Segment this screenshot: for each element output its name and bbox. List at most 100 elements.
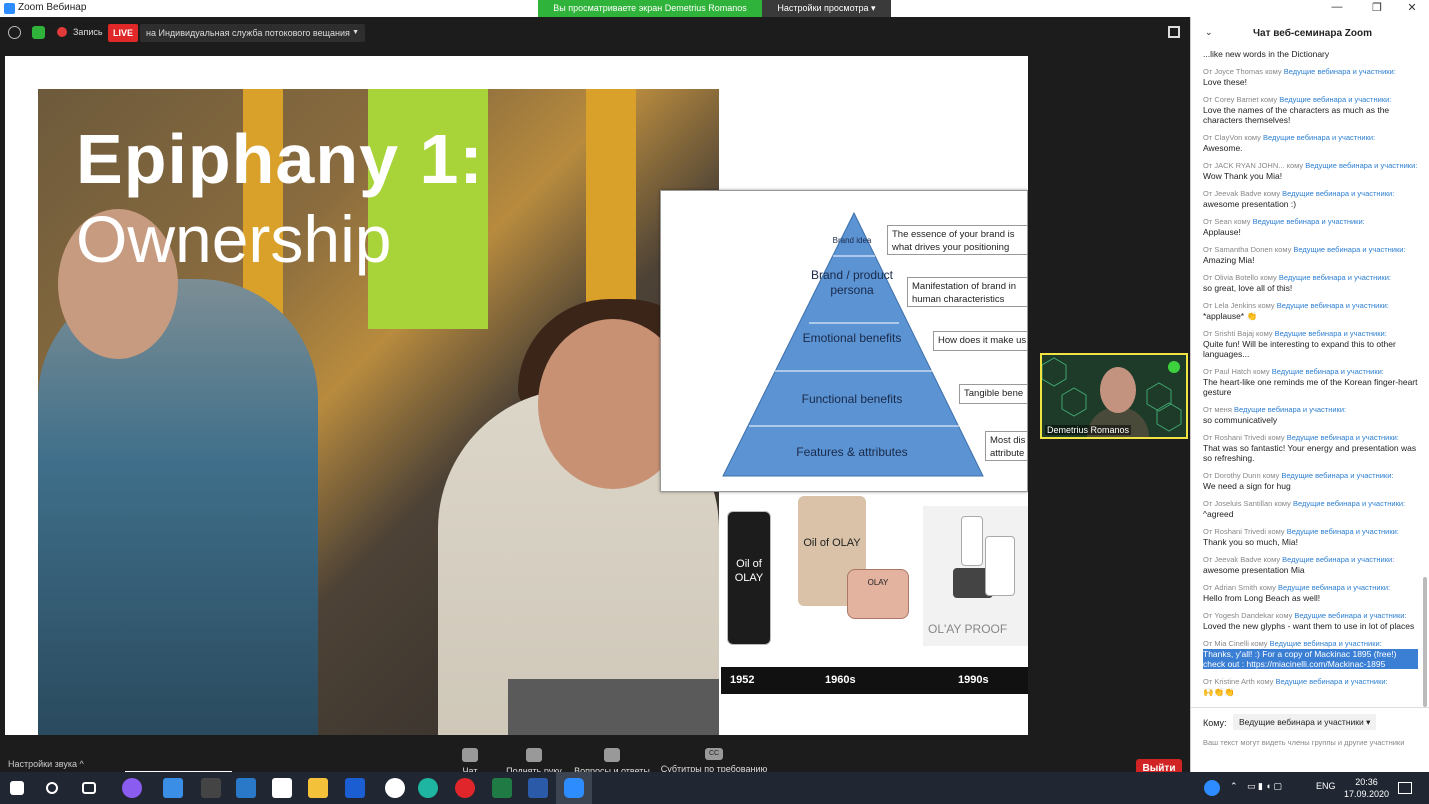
chat-message: От Jeevak Badve кому Ведущие вебинара и … — [1203, 189, 1418, 209]
sender-name: От Samantha Donen кому — [1203, 245, 1294, 254]
minimize-button[interactable]: — — [1327, 1, 1347, 13]
chat-message-text: We need a sign for hug — [1203, 481, 1291, 491]
help-icon[interactable] — [1204, 780, 1220, 796]
fullscreen-icon[interactable] — [1168, 26, 1180, 38]
store-icon[interactable] — [272, 778, 292, 798]
chat-message: От Yogesh Dandekar кому Ведущие вебинара… — [1203, 611, 1418, 631]
active-speaker-icon — [1168, 361, 1180, 373]
sender-name: От Olivia Botello кому — [1203, 273, 1279, 282]
brand-pyramid-inset: Brand idea Brand / product persona Emoti… — [660, 190, 1028, 492]
recipient-label: Ведущие вебинара и участники: — [1293, 499, 1406, 508]
edge-icon[interactable] — [418, 778, 438, 798]
info-icon[interactable] — [8, 26, 21, 39]
sender-name: От Adrian Smith кому — [1203, 583, 1278, 592]
recipient-label: Ведущие вебинара и участники: — [1233, 405, 1347, 414]
recipient-dropdown[interactable]: Ведущие вебинара и участники ▾ — [1233, 714, 1377, 730]
sender-name: От Kristine Arth кому — [1203, 677, 1276, 686]
recipient-label: Ведущие вебинара и участники: — [1293, 245, 1406, 254]
captions-button[interactable]: CC Субтитры по требованию — [660, 748, 768, 774]
chat-message: От Adrian Smith кому Ведущие вебинара и … — [1203, 583, 1418, 603]
sender-name: От Joyce Thomas кому — [1203, 67, 1284, 76]
stream-target-dropdown[interactable]: на Индивидуальная служба потокового веща… — [140, 24, 365, 42]
search-icon[interactable] — [46, 782, 58, 794]
photo-laptop — [508, 679, 719, 735]
clock-date: 17.09.2020 — [1344, 789, 1390, 799]
photo-person-left — [38, 279, 318, 735]
sender-name: От Joseluis Santillan кому — [1203, 499, 1293, 508]
chat-message-sender: От Yogesh Dandekar кому Ведущие вебинара… — [1203, 611, 1418, 621]
chat-message: От Sean кому Ведущие вебинара и участник… — [1203, 217, 1418, 237]
zoom-taskbar-icon[interactable] — [564, 778, 584, 798]
chat-message-text: Quite fun! Will be interesting to expand… — [1203, 339, 1396, 359]
word-icon[interactable] — [528, 778, 548, 798]
chat-message-text: Loved the new glyphs - want them to use … — [1203, 621, 1415, 631]
chat-footer: Кому: Ведущие вебинара и участники ▾ Ваш… — [1191, 707, 1429, 772]
chat-message-sender: От ClayVon кому Ведущие вебинара и участ… — [1203, 133, 1418, 143]
chat-message-text: Amazing Mia! — [1203, 255, 1255, 265]
sender-name: От Jeevak Badve кому — [1203, 555, 1283, 564]
shield-icon[interactable] — [32, 26, 45, 39]
recipient-label: Ведущие вебинара и участники: — [1262, 133, 1376, 142]
restore-button[interactable]: ❐ — [1367, 1, 1387, 14]
pyramid-level-persona: Brand / product persona — [810, 268, 894, 297]
chat-message-list[interactable]: ...like new words in the Dictionary От J… — [1203, 49, 1418, 705]
chat-message-text: ^agreed — [1203, 509, 1234, 519]
sender-name: От JACK RYAN JOHN... кому — [1203, 161, 1306, 170]
chat-scrollbar[interactable] — [1423, 577, 1427, 707]
tray-chevron-up-icon[interactable]: ⌃ — [1230, 781, 1238, 792]
task-view-icon[interactable] — [82, 782, 96, 794]
olay-label-1: Oil of OLAY — [734, 558, 764, 584]
chat-message-sender: От Olivia Botello кому Ведущие вебинара … — [1203, 273, 1418, 283]
sender-name: От ClayVon кому — [1203, 133, 1263, 142]
live-badge[interactable]: LIVE — [108, 24, 138, 42]
sender-name: От Sean кому — [1203, 217, 1253, 226]
sound-settings-button[interactable]: Настройки звука ^ — [8, 759, 84, 769]
mail-icon[interactable] — [236, 778, 256, 798]
yandex-icon[interactable] — [455, 778, 475, 798]
window-title: Zoom Вебинар — [18, 2, 87, 13]
record-label[interactable]: Запись — [73, 27, 103, 37]
view-settings-button[interactable]: Настройки просмотра ▾ — [762, 0, 891, 17]
recipient-label: Ведущие вебинара и участники: — [1271, 367, 1384, 376]
close-window-button[interactable]: ✕ — [1402, 1, 1422, 14]
participant-video-tile[interactable]: Demetrius Romanos — [1040, 353, 1188, 439]
windows-taskbar: ⌃ ▭ ▮ ◖ ▢ ENG 20:36 17.09.2020 — [0, 772, 1429, 804]
chat-message-sender: От Adrian Smith кому Ведущие вебинара и … — [1203, 583, 1418, 593]
folder-icon[interactable] — [308, 778, 328, 798]
pyramid-level-features: Features & attributes — [796, 445, 908, 459]
sender-name: От Dorothy Dunn кому — [1203, 471, 1282, 480]
app-icon[interactable] — [201, 778, 221, 798]
yandex-browser-icon[interactable] — [385, 778, 405, 798]
chat-message: От Olivia Botello кому Ведущие вебинара … — [1203, 273, 1418, 293]
chat-message: От ClayVon кому Ведущие вебинара и участ… — [1203, 133, 1418, 153]
chat-message-text: so great, love all of this! — [1203, 283, 1293, 293]
excel-icon[interactable] — [492, 778, 512, 798]
sender-name: От Yogesh Dandekar кому — [1203, 611, 1295, 620]
chat-message-text: awesome presentation :) — [1203, 199, 1297, 209]
chat-message-text: The heart-like one reminds me of the Kor… — [1203, 377, 1418, 397]
tray-icons[interactable]: ▭ ▮ ◖ ▢ — [1247, 781, 1282, 792]
sender-name: От Paul Hatch кому — [1203, 367, 1272, 376]
recipient-label: Ведущие вебинара и участники: — [1305, 161, 1418, 170]
chat-message: От Srishti Bajaj кому Ведущие вебинара и… — [1203, 329, 1418, 359]
olay-bottle-small — [961, 516, 983, 566]
start-icon[interactable] — [10, 781, 24, 795]
chat-message-text: Thanks, y'all! :) For a copy of Mackinac… — [1203, 649, 1418, 669]
dropbox-icon[interactable] — [163, 778, 183, 798]
chevron-down-icon[interactable]: ⌄ — [1205, 27, 1213, 38]
sender-name: От Srishti Bajaj кому — [1203, 329, 1275, 338]
chat-message-sender: От Mia Cinelli кому Ведущие вебинара и у… — [1203, 639, 1418, 649]
notifications-icon[interactable] — [1398, 782, 1412, 794]
recipient-label: Ведущие вебинара и участники: — [1276, 301, 1389, 310]
pyramid-note-5: Most dis attribute — [985, 431, 1027, 461]
shared-slide: Epiphany 1: Ownership Brand idea Brand /… — [5, 56, 1028, 735]
slide-title-line1: Epiphany 1: — [76, 120, 484, 198]
pyramid-level-emotional: Emotional benefits — [802, 331, 902, 345]
app-blue-icon[interactable] — [345, 778, 365, 798]
pyramid-level-brand-idea: Brand idea — [832, 236, 872, 245]
chat-message-sender: От Jeevak Badve кому Ведущие вебинара и … — [1203, 189, 1418, 199]
chat-message-sender: От Samantha Donen кому Ведущие вебинара … — [1203, 245, 1418, 255]
alice-icon[interactable] — [122, 778, 142, 798]
system-clock[interactable]: 20:36 17.09.2020 — [1344, 776, 1389, 800]
language-indicator[interactable]: ENG — [1316, 781, 1336, 791]
